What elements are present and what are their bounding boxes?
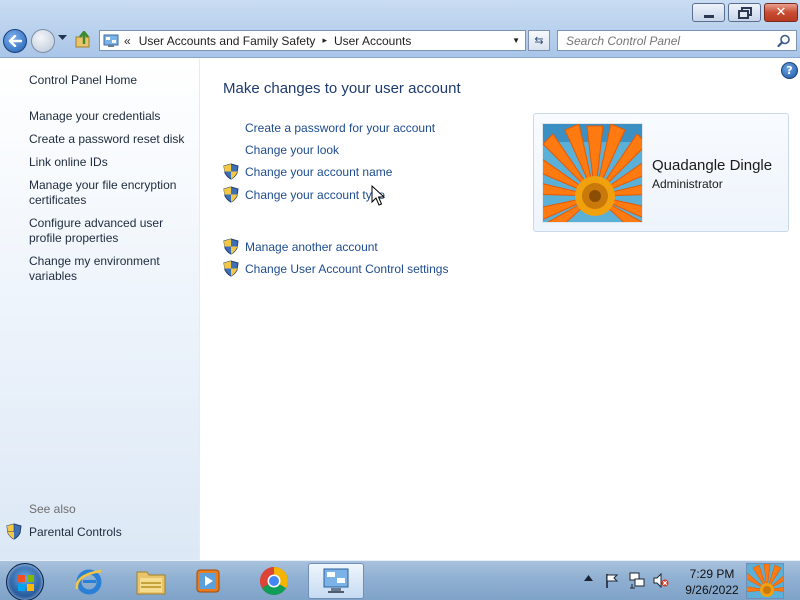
- up-arrow-icon: [75, 30, 90, 48]
- main-content: ? Make changes to your user account Crea…: [201, 59, 800, 560]
- taskbar-internet-explorer[interactable]: [61, 563, 117, 599]
- search-box[interactable]: [557, 30, 797, 51]
- start-button[interactable]: [6, 563, 44, 600]
- sidebar-item-password-reset-disk[interactable]: Create a password reset disk: [29, 132, 194, 147]
- mouse-cursor-icon: [371, 185, 385, 206]
- parental-controls-icon: [6, 523, 22, 540]
- breadcrumb-user-accounts-family-safety[interactable]: User Accounts and Family Safety: [139, 34, 316, 48]
- sidebar-item-manage-credentials[interactable]: Manage your credentials: [29, 109, 194, 124]
- show-desktop-thumbnail[interactable]: [746, 563, 784, 599]
- breadcrumb-user-accounts[interactable]: User Accounts: [334, 34, 411, 48]
- breadcrumb-separator[interactable]: ▸: [322, 35, 327, 46]
- user-account-card: Quadangle Dingle Administrator: [533, 113, 789, 232]
- parental-controls-link[interactable]: Parental Controls: [29, 525, 122, 539]
- network-icon[interactable]: [629, 572, 645, 589]
- see-also-heading: See also: [29, 502, 76, 516]
- forward-button[interactable]: [31, 29, 55, 53]
- sidebar-control-panel-home[interactable]: Control Panel Home: [29, 73, 194, 88]
- address-bar[interactable]: « User Accounts and Family Safety ▸ User…: [99, 30, 526, 51]
- sidebar-item-environment-variables[interactable]: Change my environment variables: [29, 254, 194, 284]
- taskbar: 7:29 PM 9/26/2022: [0, 560, 800, 600]
- sidebar: Control Panel Home Manage your credentia…: [0, 59, 200, 560]
- orange-flower-avatar-icon: [543, 124, 642, 222]
- minimize-icon: [703, 15, 714, 18]
- uac-shield-icon: [223, 238, 239, 255]
- orange-flower-avatar-icon: [747, 564, 783, 598]
- taskbar-chrome[interactable]: [246, 563, 302, 599]
- close-button[interactable]: ✕: [764, 3, 798, 22]
- clock-date[interactable]: 9/26/2022: [680, 583, 744, 597]
- uac-shield-icon: [223, 260, 239, 277]
- recent-pages-dropdown[interactable]: [58, 34, 68, 46]
- search-icon[interactable]: [777, 34, 791, 48]
- maximize-button[interactable]: [728, 3, 761, 22]
- help-button[interactable]: ?: [781, 62, 798, 79]
- user-name: Quadangle Dingle: [652, 157, 773, 174]
- internet-explorer-icon: [75, 569, 102, 595]
- control-panel-icon: [323, 568, 349, 593]
- media-player-icon: [196, 569, 220, 593]
- windows-logo-icon: [18, 575, 34, 591]
- windows-explorer-icon: [136, 571, 166, 595]
- user-role: Administrator: [652, 177, 723, 191]
- task-change-account-type[interactable]: Change your account type: [245, 188, 385, 202]
- page-title: Make changes to your user account: [223, 80, 461, 97]
- search-input[interactable]: [566, 33, 766, 48]
- back-arrow-icon: [8, 35, 22, 47]
- task-change-look[interactable]: Change your look: [245, 143, 339, 157]
- window-chrome: ✕ « User Accounts and Family Safety ▸ Us…: [0, 0, 800, 58]
- clock-time[interactable]: 7:29 PM: [680, 567, 744, 582]
- task-manage-another-account[interactable]: Manage another account: [245, 240, 378, 254]
- show-hidden-icons-icon[interactable]: [584, 574, 593, 582]
- refresh-icon: ⇆: [534, 34, 544, 47]
- chevron-down-icon: [58, 35, 67, 40]
- taskbar-media-player[interactable]: [181, 563, 237, 599]
- refresh-button[interactable]: ⇆: [528, 30, 550, 51]
- address-dropdown-button[interactable]: ▼: [512, 36, 520, 45]
- volume-muted-icon[interactable]: [653, 573, 669, 588]
- up-folder-button[interactable]: [75, 30, 92, 48]
- help-icon: ?: [786, 64, 793, 77]
- task-create-password[interactable]: Create a password for your account: [245, 121, 435, 135]
- uac-shield-icon: [223, 186, 239, 203]
- action-center-flag-icon[interactable]: [605, 573, 619, 589]
- task-change-account-name[interactable]: Change your account name: [245, 165, 392, 179]
- taskbar-control-panel-active[interactable]: [308, 563, 364, 599]
- control-panel-icon: [103, 34, 119, 47]
- minimize-button[interactable]: [692, 3, 725, 22]
- restore-icon: [737, 6, 752, 19]
- sidebar-item-advanced-profile-properties[interactable]: Configure advanced user profile properti…: [29, 216, 194, 246]
- uac-shield-icon: [223, 163, 239, 180]
- chrome-icon: [260, 567, 288, 595]
- back-button[interactable]: [3, 29, 27, 53]
- sidebar-item-file-encryption-certificates[interactable]: Manage your file encryption certificates: [29, 178, 194, 208]
- close-icon: ✕: [775, 5, 787, 20]
- taskbar-windows-explorer[interactable]: [123, 563, 179, 599]
- task-change-uac-settings[interactable]: Change User Account Control settings: [245, 262, 448, 276]
- breadcrumb-overflow[interactable]: «: [124, 34, 131, 48]
- sidebar-item-link-online-ids[interactable]: Link online IDs: [29, 155, 194, 170]
- user-avatar: [542, 123, 643, 223]
